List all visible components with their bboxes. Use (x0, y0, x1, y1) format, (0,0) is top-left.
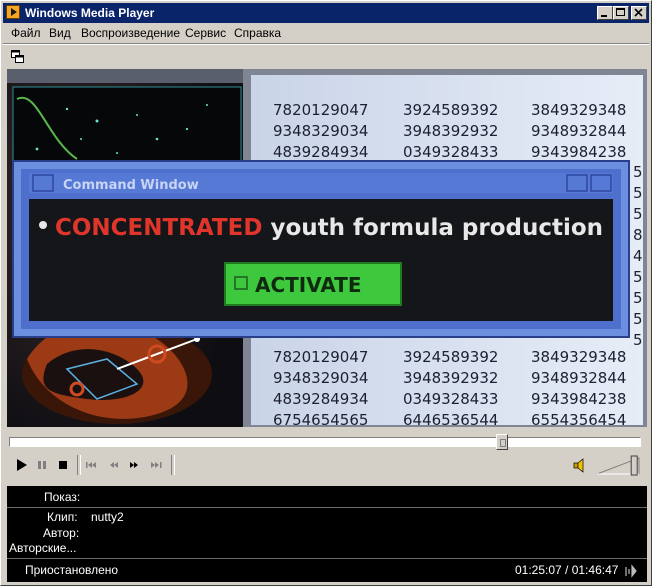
activate-button-label: ACTIVATE (255, 273, 362, 297)
number-edge-digit: 5 (633, 268, 643, 286)
number-cell: 0349328433 (403, 143, 498, 161)
number-cell: 6754654565 (273, 411, 368, 427)
compact-mode-icon (11, 50, 24, 63)
pause-button[interactable] (33, 457, 51, 473)
number-cell: 0349328433 (403, 390, 498, 408)
fast-forward-button[interactable] (125, 457, 143, 473)
number-cell: 9348932844 (531, 369, 626, 387)
mute-button[interactable] (571, 456, 589, 473)
number-cell: 3948392932 (403, 122, 498, 140)
menu-help[interactable]: Справка (234, 26, 281, 40)
maximize-button[interactable] (613, 6, 629, 20)
number-cell: 4839284934 (273, 143, 368, 161)
maximize-icon (616, 8, 625, 16)
number-grid-edge: 5 5 5 8 4 5 5 5 5 (633, 163, 643, 349)
number-edge-digit: 8 (633, 226, 643, 244)
status-text: Приостановлено (25, 563, 119, 577)
video-frame: 7820129047 3924589392 3849329348 9348329034… (7, 69, 647, 427)
info-divider (7, 507, 647, 508)
number-cell: 9343984238 (531, 390, 626, 408)
stop-button[interactable] (55, 457, 73, 473)
number-edge-digit: 5 (633, 289, 643, 307)
media-player-window: Windows Media Player Файл Вид Воспроизве… (0, 0, 652, 586)
number-cell: 7820129047 (273, 101, 368, 119)
clip-value: nutty2 (91, 510, 124, 524)
previous-button[interactable] (83, 457, 101, 473)
signal-strength-icon (625, 564, 637, 578)
number-grid-top: 7820129047 3924589392 3849329348 9348329034… (273, 101, 626, 161)
fast-forward-icon (130, 462, 138, 468)
minimize-button[interactable] (597, 6, 613, 20)
title-bar[interactable]: Windows Media Player (3, 3, 649, 23)
menu-tools[interactable]: Сервис (185, 26, 226, 40)
number-edge-digit: 5 (633, 205, 643, 223)
skip-forward-icon (151, 462, 162, 468)
show-label: Показ: (44, 490, 81, 504)
volume-thumb[interactable] (630, 455, 638, 476)
number-cell: 3948392932 (403, 369, 498, 387)
status-divider (7, 558, 647, 559)
compact-mode-button[interactable] (11, 50, 25, 64)
number-edge-digit: 5 (633, 184, 643, 202)
time-readout: 01:25:07 / 01:46:47 (515, 563, 619, 577)
number-edge-digit: 4 (633, 247, 643, 265)
toolbar-divider (3, 43, 649, 45)
pause-icon (38, 461, 46, 469)
author-label: Автор: (43, 526, 80, 540)
play-icon (17, 459, 27, 471)
volume-slider[interactable] (595, 454, 643, 476)
speaker-icon (573, 458, 584, 473)
info-panel: Показ: Клип: nutty2 Автор: Авторские... … (7, 486, 647, 582)
window-title: Windows Media Player (25, 6, 155, 20)
number-cell: 3849329348 (531, 348, 626, 366)
left-monitor-bezel (7, 69, 247, 83)
number-cell: 9343984238 (531, 143, 626, 161)
copyright-label: Авторские... (9, 541, 77, 555)
number-cell: 3924589392 (403, 101, 498, 119)
next-button[interactable] (147, 457, 165, 473)
rewind-button[interactable] (105, 457, 123, 473)
play-button[interactable] (13, 457, 31, 473)
number-cell: 4839284934 (273, 390, 368, 408)
number-edge-digit: 5 (633, 310, 643, 328)
left-screen (12, 86, 242, 172)
minimize-icon (601, 15, 607, 17)
controls-divider (77, 455, 81, 475)
skip-back-icon (86, 462, 96, 468)
menu-file[interactable]: Файл (11, 26, 41, 40)
controls-divider-2 (171, 455, 175, 475)
command-window-dialog: Command Window CONCENTRATED youth formul… (12, 160, 630, 338)
menu-bar: Файл Вид Воспроизведение Сервис Справка (3, 24, 649, 42)
clip-label: Клип: (47, 510, 78, 524)
bullet-icon (39, 221, 47, 229)
number-cell: 3849329348 (531, 101, 626, 119)
close-button[interactable] (631, 6, 647, 20)
number-edge-digit: 5 (633, 331, 643, 349)
video-display[interactable]: 7820129047 3924589392 3849329348 9348329034… (7, 69, 647, 427)
number-cell: 6554356454 (531, 411, 626, 427)
menu-play[interactable]: Воспроизведение (81, 26, 180, 40)
media-player-app-icon[interactable] (6, 5, 20, 19)
close-icon (634, 8, 643, 17)
command-window-title: Command Window (63, 178, 199, 193)
number-cell: 9348329034 (273, 122, 368, 140)
rewind-icon (110, 462, 118, 468)
seek-thumb[interactable] (496, 434, 509, 450)
number-cell: 9348932844 (531, 122, 626, 140)
command-text: CONCENTRATED youth formula production (55, 215, 603, 241)
seek-bar[interactable] (9, 437, 641, 447)
number-cell: 7820129047 (273, 348, 368, 366)
number-cell: 6446536544 (403, 411, 498, 427)
stop-icon (59, 461, 67, 469)
number-cell: 3924589392 (403, 348, 498, 366)
number-cell: 9348329034 (273, 369, 368, 387)
number-edge-digit: 5 (633, 163, 643, 181)
menu-view[interactable]: Вид (49, 26, 71, 40)
